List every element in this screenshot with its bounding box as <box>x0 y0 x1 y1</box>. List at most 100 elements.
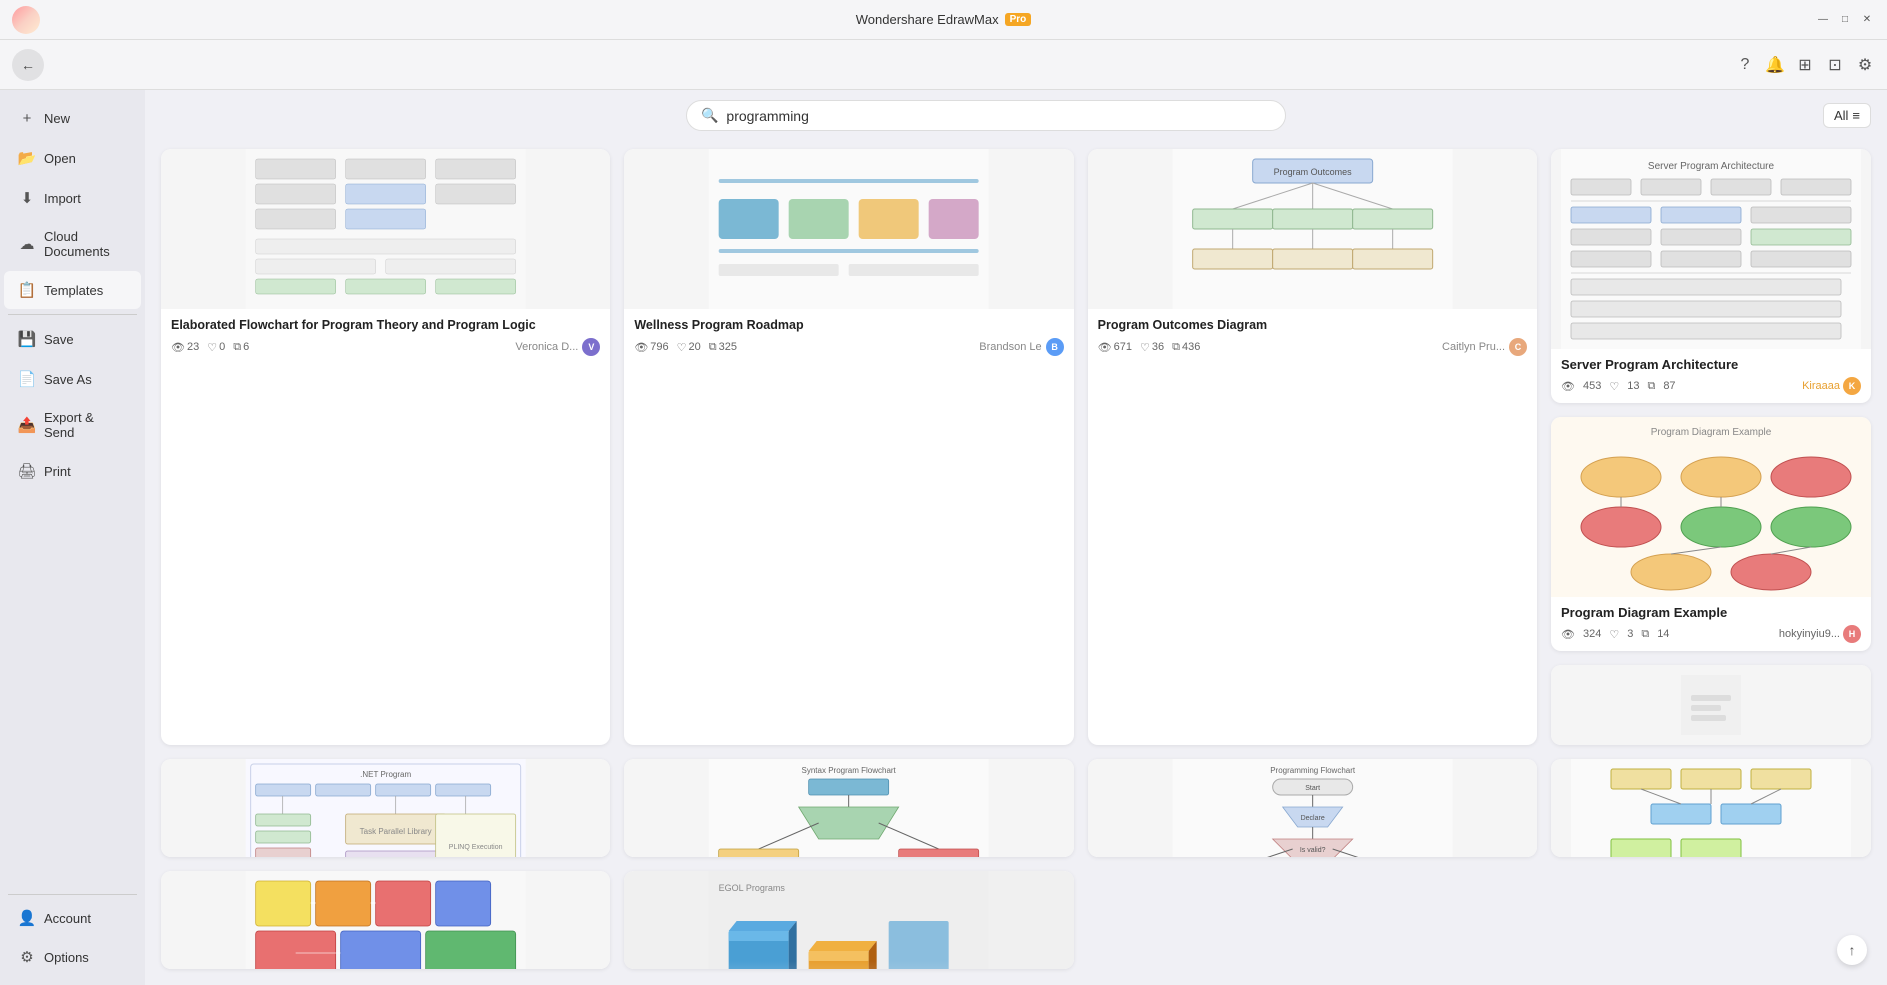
open-icon: 📂 <box>18 149 36 167</box>
import-icon: ⬇ <box>18 189 36 207</box>
template-card-2[interactable]: Wellness Program Roadmap 👁 796 ♡ 20 ⧉ 3 <box>624 149 1073 745</box>
author-avatar-1: V <box>582 338 600 356</box>
author-avatar-4: K <box>1843 377 1861 395</box>
card-thumb-9b <box>1551 759 1871 857</box>
search-input[interactable] <box>726 108 1271 124</box>
svg-text:Task Parallel Library: Task Parallel Library <box>360 827 432 836</box>
svg-text:Server Program Architecture: Server Program Architecture <box>1648 161 1775 172</box>
template-card-7[interactable]: Programming Flowchart Start Declare Is v… <box>1088 759 1537 857</box>
template-card-3[interactable]: Program Outcomes <box>1088 149 1537 745</box>
template-card-empty[interactable] <box>1551 665 1871 745</box>
card-author-3: Caitlyn Pru... C <box>1442 338 1527 356</box>
apps-icon[interactable]: ⊡ <box>1825 55 1845 75</box>
template-card-4[interactable]: Server Program Architecture <box>1551 149 1871 403</box>
sidebar-item-export[interactable]: 📤 Export & Send <box>4 400 141 450</box>
card-author-8: hokyinyiu9... H <box>1779 625 1861 643</box>
author-avatar-8: H <box>1843 625 1861 643</box>
card-thumb-1 <box>161 149 610 309</box>
options-icon: ⚙ <box>18 948 36 966</box>
card-title-4: Server Program Architecture <box>1561 357 1861 372</box>
card-info-1: Elaborated Flowchart for Program Theory … <box>161 309 610 364</box>
copy-icon-2: ⧉ <box>709 341 717 354</box>
toolbar: ← ? 🔔 ⊞ ⊡ ⚙ <box>0 40 1887 90</box>
template-grid: Elaborated Flowchart for Program Theory … <box>145 141 1887 985</box>
sidebar-item-save[interactable]: 💾 Save <box>4 320 141 358</box>
card-info-3: Program Outcomes Diagram 👁 671 ♡ 36 ⧉ 4 <box>1088 309 1537 364</box>
svg-text:Program Diagram Example: Program Diagram Example <box>1651 427 1772 438</box>
sidebar-label-options: Options <box>44 950 89 965</box>
card-thumb-4: Server Program Architecture <box>1551 149 1871 349</box>
heart-icon-1: ♡ <box>207 341 217 354</box>
toolbar-right: ? 🔔 ⊞ ⊡ ⚙ <box>1735 55 1875 75</box>
copy-icon-1: ⧉ <box>233 341 241 354</box>
sidebar-item-open[interactable]: 📂 Open <box>4 139 141 177</box>
bell-icon[interactable]: 🔔 <box>1765 55 1785 75</box>
card-meta-2: 👁 796 ♡ 20 ⧉ 325 Brandson Le <box>634 338 1063 356</box>
sidebar-item-print[interactable]: 🖨 Print <box>4 452 141 490</box>
sidebar-label-templates: Templates <box>44 283 103 298</box>
copy-icon-3: ⧉ <box>1172 341 1180 354</box>
heart-icon-4: ♡ <box>1609 380 1619 393</box>
sidebar-item-account[interactable]: 👤 Account <box>4 899 141 937</box>
back-button[interactable]: ← <box>12 49 44 81</box>
template-card-11[interactable]: EGOL Programs <box>624 871 1073 969</box>
sidebar-item-saveas[interactable]: 📄 Save As <box>4 360 141 398</box>
toolbar-left: ← <box>12 49 44 81</box>
likes-stat-1: ♡ 0 <box>207 341 225 354</box>
sidebar-item-import[interactable]: ⬇ Import <box>4 179 141 217</box>
heart-icon-2: ♡ <box>677 341 687 354</box>
likes-stat-3: ♡ 36 <box>1140 341 1164 354</box>
card-author-1: Veronica D... V <box>515 338 600 356</box>
card-thumb-5: .NET Program Task Parallel Library <box>161 759 610 857</box>
svg-text:Syntax Program Flowchart: Syntax Program Flowchart <box>802 766 897 775</box>
copies-stat-1: ⧉ 6 <box>233 341 249 354</box>
copies-stat-3: ⧉ 436 <box>1172 341 1200 354</box>
sidebar-label-account: Account <box>44 911 91 926</box>
card-thumb-2 <box>624 149 1073 309</box>
sidebar-item-templates[interactable]: 📋 Templates <box>4 271 141 309</box>
titlebar: Wondershare EdrawMax Pro — □ ✕ <box>0 0 1887 40</box>
gear-icon[interactable]: ⚙ <box>1855 55 1875 75</box>
card-title-1: Elaborated Flowchart for Program Theory … <box>171 317 600 333</box>
app-title: Wondershare EdrawMax Pro <box>856 12 1032 27</box>
minimize-button[interactable]: — <box>1815 12 1831 28</box>
sidebar-label-saveas: Save As <box>44 372 92 387</box>
card-info-4: Server Program Architecture 👁 453 ♡ 13 ⧉… <box>1551 349 1871 403</box>
sidebar-item-options[interactable]: ⚙ Options <box>4 938 141 976</box>
template-card-9bottom[interactable] <box>1551 759 1871 857</box>
svg-text:.NET Program: .NET Program <box>360 770 411 779</box>
copy-icon-4: ⧉ <box>1647 380 1655 393</box>
template-card-1[interactable]: Elaborated Flowchart for Program Theory … <box>161 149 610 745</box>
card-meta-3: 👁 671 ♡ 36 ⧉ 436 Caitlyn Pru... <box>1098 338 1527 356</box>
svg-text:Is valid?: Is valid? <box>1299 847 1325 854</box>
sidebar: + New 📂 Open ⬇ Import ☁ Cloud Documents … <box>0 90 145 985</box>
sidebar-label-import: Import <box>44 191 81 206</box>
template-card-8[interactable]: Program Diagram Example <box>1551 417 1871 651</box>
grid-icon[interactable]: ⊞ <box>1795 55 1815 75</box>
user-avatar <box>12 6 40 34</box>
sidebar-item-cloud[interactable]: ☁ Cloud Documents <box>4 219 141 269</box>
scroll-up-button[interactable]: ↑ <box>1837 935 1867 965</box>
sidebar-label-cloud: Cloud Documents <box>44 229 127 259</box>
search-bar-container: 🔍 All ≡ <box>145 90 1887 141</box>
sidebar-item-new[interactable]: + New <box>4 99 141 137</box>
maximize-button[interactable]: □ <box>1837 12 1853 28</box>
sidebar-divider <box>8 314 137 315</box>
main-layout: + New 📂 Open ⬇ Import ☁ Cloud Documents … <box>0 90 1887 985</box>
views-stat-1: 👁 23 <box>171 341 199 354</box>
template-card-5[interactable]: .NET Program Task Parallel Library <box>161 759 610 857</box>
sidebar-divider-bottom <box>8 894 137 895</box>
filter-button[interactable]: All ≡ <box>1823 103 1871 128</box>
sidebar-bottom: 👤 Account ⚙ Options <box>0 890 145 977</box>
window-controls: — □ ✕ <box>1815 12 1875 28</box>
close-button[interactable]: ✕ <box>1859 12 1875 28</box>
views-stat-3: 👁 671 <box>1098 341 1132 354</box>
help-icon[interactable]: ? <box>1735 55 1755 75</box>
eye-icon-3: 👁 <box>1098 341 1112 354</box>
templates-icon: 📋 <box>18 281 36 299</box>
template-card-6[interactable]: Syntax Program Flowchart <box>624 759 1073 857</box>
eye-icon-2: 👁 <box>634 341 648 354</box>
template-card-10[interactable]: Web Programming Languages 👁 110 ♡ 2 ⧉ 2 <box>161 871 610 969</box>
card-meta-4: 👁 453 ♡ 13 ⧉ 87 Kiraaaa K <box>1561 377 1861 395</box>
search-bar: 🔍 <box>686 100 1286 131</box>
